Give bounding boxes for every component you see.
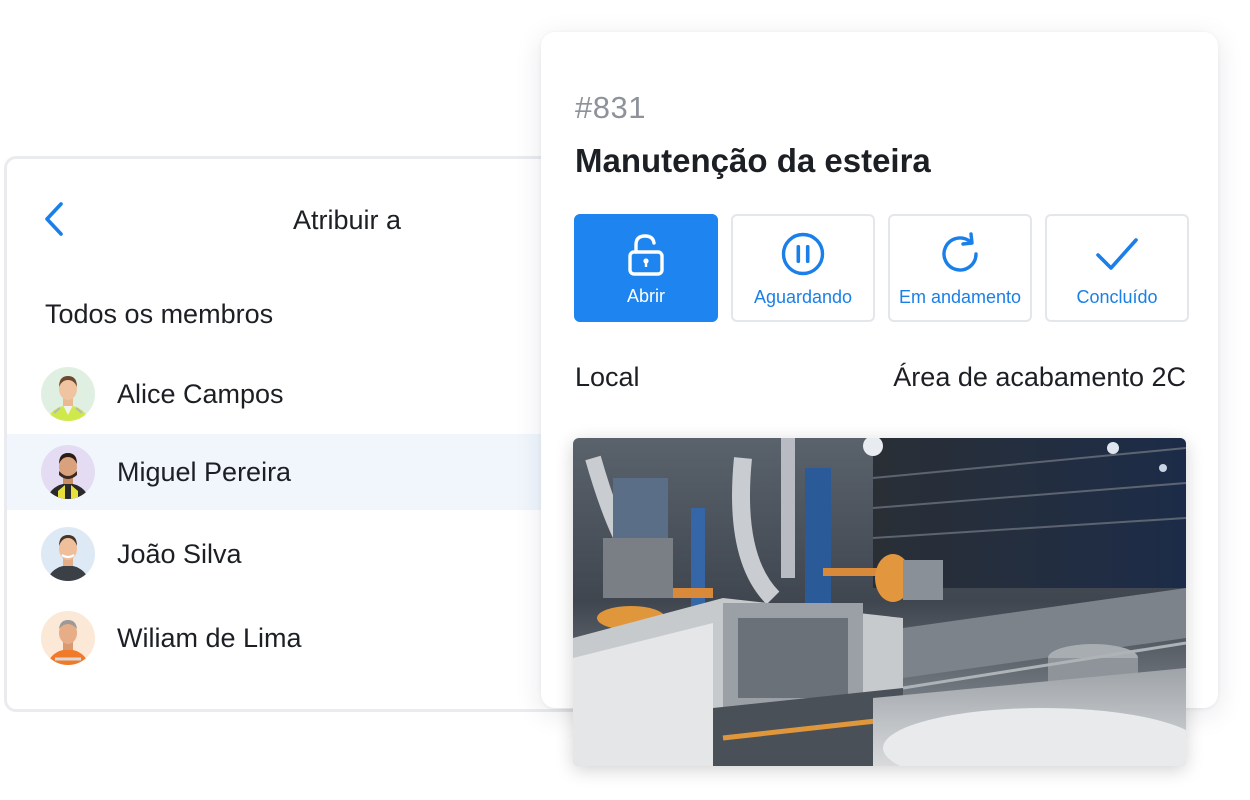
assign-header: Atribuir a — [7, 159, 591, 283]
unlock-icon — [628, 233, 664, 276]
status-open-button[interactable]: Abrir — [574, 214, 718, 322]
section-label: Todos os membros — [45, 299, 274, 329]
ticket-number: #831 — [575, 90, 646, 125]
ticket-photo[interactable] — [573, 438, 1186, 766]
member-name: João Silva — [117, 538, 242, 569]
member-list: Alice Campos Miguel Pereira João Silva W… — [7, 354, 591, 678]
status-label: Em andamento — [898, 286, 1022, 307]
pause-circle-icon — [781, 232, 825, 275]
member-item[interactable]: Wiliam de Lima — [7, 598, 591, 678]
location-field: Local Área de acabamento 2C — [575, 362, 1186, 393]
status-waiting-button[interactable]: Aguardando — [731, 214, 875, 322]
stage: Atribuir a Todos os membros Alice Campos… — [0, 0, 1250, 800]
ticket-title: Manutenção da esteira — [575, 142, 931, 179]
status-done-button[interactable]: Concluído — [1045, 214, 1189, 322]
checkmark-icon — [1096, 237, 1138, 270]
location-label: Local — [575, 362, 640, 392]
avatar — [41, 527, 95, 581]
avatar — [41, 611, 95, 665]
assign-panel: Atribuir a Todos os membros Alice Campos… — [4, 156, 594, 712]
member-item[interactable]: Alice Campos — [7, 354, 591, 434]
status-label: Abrir — [626, 285, 665, 306]
member-item[interactable]: Miguel Pereira — [7, 434, 591, 510]
member-item[interactable]: João Silva — [7, 510, 591, 598]
refresh-icon — [942, 231, 978, 272]
status-label: Aguardando — [753, 286, 853, 307]
location-value: Área de acabamento 2C — [893, 362, 1186, 392]
avatar — [41, 367, 95, 421]
assign-title: Atribuir a — [292, 205, 402, 235]
status-selector: Abrir Aguardando Em andamento Concluído — [574, 214, 1189, 322]
member-name: Wiliam de Lima — [117, 622, 302, 653]
member-name: Alice Campos — [117, 378, 284, 409]
status-in-progress-button[interactable]: Em andamento — [888, 214, 1032, 322]
member-name: Miguel Pereira — [117, 456, 292, 487]
status-label: Concluído — [1076, 286, 1158, 307]
factory-photo-image — [573, 438, 1186, 766]
avatar — [41, 445, 95, 499]
